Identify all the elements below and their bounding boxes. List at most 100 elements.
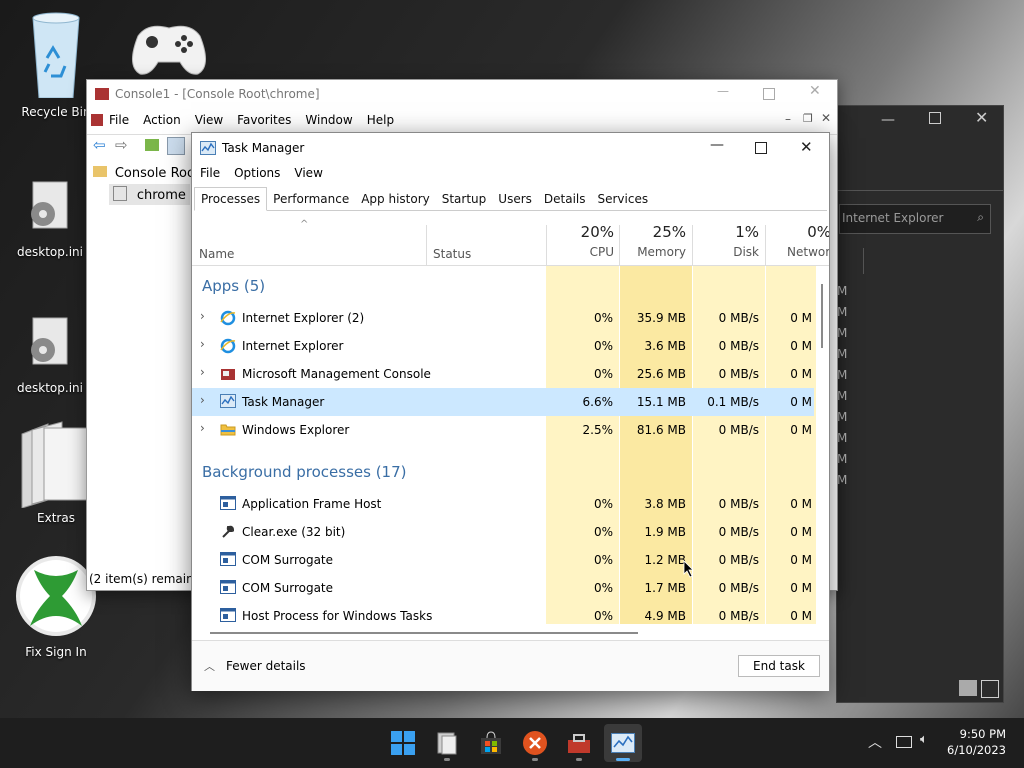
tab-app-history[interactable]: App history (355, 188, 436, 210)
start-button-icon[interactable] (390, 730, 416, 756)
chevron-up-icon[interactable]: ︿ (204, 658, 215, 674)
process-row[interactable]: › Task Manager 6.6% 15.1 MB 0.1 MB/s 0 M (192, 388, 814, 416)
mmc-minimize-button[interactable]: — (717, 84, 729, 98)
process-row[interactable]: Application Frame Host 0% 3.8 MB 0 MB/s 0 M (192, 490, 814, 518)
network-icon[interactable] (896, 736, 912, 748)
horizontal-scrollbar[interactable] (192, 626, 816, 636)
expand-chevron-icon[interactable]: › (200, 309, 205, 323)
tree-item-chrome[interactable]: chrome (109, 184, 190, 205)
details-view-button[interactable] (959, 680, 977, 696)
vertical-scrollbar-thumb[interactable] (821, 284, 823, 348)
process-network: 0 M (790, 525, 812, 539)
tab-processes[interactable]: Processes (194, 187, 268, 211)
mmc-doc-icon (91, 114, 103, 126)
network-label: Network (787, 245, 829, 259)
orange-app-icon[interactable] (522, 730, 548, 756)
mmc-menu-favorites[interactable]: Favorites (237, 113, 291, 127)
tm-menu-file[interactable]: File (200, 166, 220, 180)
col-header-disk[interactable]: 1% Disk (694, 223, 759, 259)
up-folder-icon[interactable] (145, 139, 159, 151)
maximize-button[interactable] (929, 112, 941, 124)
minimize-button[interactable]: — (881, 112, 895, 128)
mmc-menu-help[interactable]: Help (367, 113, 394, 127)
process-cpu: 0% (593, 525, 613, 539)
volume-muted-icon[interactable]: 🔈︎ (920, 732, 928, 747)
process-memory: 1.7 MB (644, 581, 686, 595)
mmc-titlebar[interactable]: Console1 - [Console Root\chrome] — ✕ (87, 80, 837, 108)
folder-icon (21, 421, 89, 509)
mmc-close-button[interactable]: ✕ (809, 83, 821, 99)
process-name: Windows Explorer (242, 423, 350, 437)
mmc-menu-view[interactable]: View (195, 113, 223, 127)
process-row[interactable]: › Microsoft Management Console 0% 25.6 MB 0 … (192, 360, 814, 388)
expand-chevron-icon[interactable]: › (200, 337, 205, 351)
desktop-icon-label: desktop.ini (17, 381, 83, 395)
process-row[interactable]: Host Process for Windows Tasks 0% 4.9 MB 0 … (192, 602, 814, 624)
mmc-inner-minimize-button[interactable]: – (785, 112, 791, 126)
search-input[interactable]: Internet Explorer (842, 211, 943, 225)
tm-maximize-button[interactable] (755, 142, 767, 154)
process-disk: 0.1 MB/s (707, 395, 759, 409)
col-header-name[interactable]: Name (199, 247, 234, 261)
store-icon[interactable] (478, 730, 504, 756)
mmc-inner-restore-button[interactable]: ❐ (803, 112, 813, 125)
expand-chevron-icon[interactable]: › (200, 365, 205, 379)
back-arrow-icon[interactable]: ⇦ (93, 136, 106, 154)
tiles-view-button[interactable] (981, 680, 999, 698)
col-header-cpu[interactable]: 20% CPU (548, 223, 614, 259)
process-list[interactable]: Apps (5) › Internet Explorer (2) 0% 35.9 MB 0… (192, 266, 816, 624)
network-total: 0% (807, 223, 829, 241)
task-manager-taskbar-button[interactable] (604, 724, 642, 762)
col-header-network[interactable]: 0% Network (767, 223, 829, 259)
tab-performance[interactable]: Performance (267, 188, 355, 210)
mmc-maximize-button[interactable] (763, 88, 775, 100)
tab-users[interactable]: Users (492, 188, 538, 210)
background-explorer-window[interactable]: — ✕ Internet Explorer ⌕ MMMMMMMMMM (836, 105, 1004, 703)
tm-titlebar[interactable]: Task Manager — ✕ (192, 133, 829, 163)
mmc-inner-close-button[interactable]: ✕ (821, 111, 831, 125)
clock[interactable]: 9:50 PM 6/10/2023 (946, 726, 1006, 758)
mmc-menu-file[interactable]: File (109, 113, 129, 127)
tm-close-button[interactable]: ✕ (800, 138, 813, 156)
tab-details[interactable]: Details (538, 188, 592, 210)
expand-chevron-icon[interactable]: › (200, 393, 205, 407)
mmc-menu-window[interactable]: Window (305, 113, 352, 127)
horizontal-scrollbar-thumb[interactable] (210, 632, 638, 634)
forward-arrow-icon[interactable]: ⇨ (115, 136, 128, 154)
tab-services[interactable]: Services (592, 188, 655, 210)
show-hide-tree-icon[interactable] (167, 137, 185, 155)
process-cpu: 0% (593, 497, 613, 511)
end-task-button[interactable]: End task (738, 655, 820, 677)
tree-item-console-root[interactable]: Console Root (93, 166, 200, 181)
process-row[interactable]: COM Surrogate 0% 1.7 MB 0 MB/s 0 M (192, 574, 814, 602)
tm-menu-options[interactable]: Options (234, 166, 280, 180)
tm-menu-view[interactable]: View (294, 166, 322, 180)
desktop-icon-recycle-bin[interactable]: Recycle Bin (16, 8, 96, 119)
desktop-icon-desktop-ini-2[interactable]: desktop.ini (10, 316, 90, 395)
col-header-memory[interactable]: 25% Memory (620, 223, 686, 259)
tm-minimize-button[interactable]: — (710, 137, 724, 153)
process-row[interactable]: › Internet Explorer 0% 3.6 MB 0 MB/s 0 M (192, 332, 814, 360)
process-row[interactable]: › Internet Explorer (2) 0% 35.9 MB 0 MB/s 0 M (192, 304, 814, 332)
desktop-icon-fix-sign-in[interactable]: Fix Sign In (16, 552, 96, 659)
tab-startup[interactable]: Startup (436, 188, 493, 210)
expand-chevron-icon[interactable]: › (200, 421, 205, 435)
xbox-controller-icon[interactable] (128, 16, 210, 81)
process-cpu: 0% (593, 553, 613, 567)
search-box[interactable]: Internet Explorer ⌕ (839, 204, 991, 234)
fewer-details-link[interactable]: Fewer details (226, 659, 306, 673)
process-row[interactable]: › Windows Explorer 2.5% 81.6 MB 0 MB/s 0 M (192, 416, 814, 444)
toolbox-icon[interactable] (566, 730, 592, 756)
mmc-menu-action[interactable]: Action (143, 113, 181, 127)
vertical-scrollbar[interactable] (817, 266, 827, 624)
process-row[interactable]: COM Surrogate 0% 1.2 MB 0 MB/s 0 M (192, 546, 814, 574)
process-row[interactable]: Clear.exe (32 bit) 0% 1.9 MB 0 MB/s 0 M (192, 518, 814, 546)
task-manager-window[interactable]: Task Manager — ✕ File Options View Proce… (191, 132, 830, 691)
file-explorer-icon[interactable] (434, 730, 460, 756)
desktop-icon-desktop-ini-1[interactable]: desktop.ini (10, 180, 90, 259)
desktop-icon-extras[interactable]: Extras (16, 420, 96, 525)
col-header-status[interactable]: Status (433, 247, 471, 261)
close-button[interactable]: ✕ (975, 108, 988, 127)
tray-chevron-up-icon[interactable]: ︿ (868, 732, 882, 752)
process-memory: 81.6 MB (636, 423, 686, 437)
